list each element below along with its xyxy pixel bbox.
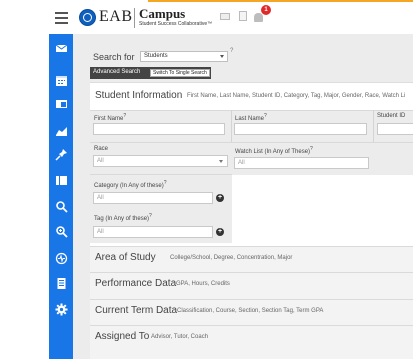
sidebar-item-settings[interactable] <box>49 297 73 321</box>
sidebar-item-folder[interactable] <box>49 91 73 115</box>
sidebar-item-calendar[interactable] <box>49 68 73 92</box>
search-help-icon[interactable]: ? <box>230 48 233 54</box>
sidebar-item-activity[interactable] <box>49 246 73 270</box>
section-subtitle: Classification, Course, Section, Section… <box>177 308 324 314</box>
sidebar <box>49 34 73 359</box>
category-input[interactable]: All <box>93 192 213 204</box>
eab-logo-icon <box>79 9 96 26</box>
tag-input[interactable]: All <box>93 226 213 238</box>
race-value: All <box>97 158 104 164</box>
watch-list-placeholder: All <box>238 160 245 166</box>
add-category-icon[interactable]: + <box>216 194 224 202</box>
pin-icon <box>54 148 67 161</box>
advanced-search-label: Advanced Search <box>93 69 141 75</box>
race-select[interactable]: All <box>93 155 228 167</box>
category-placeholder: All <box>97 195 104 201</box>
chevron-down-icon <box>220 55 224 58</box>
last-name-input[interactable] <box>234 123 367 135</box>
tag-label: Tag (In Any of these)? <box>94 213 152 222</box>
first-name-label: First Name? <box>94 113 127 122</box>
calendar-icon <box>55 75 67 86</box>
add-tag-icon[interactable]: + <box>216 228 224 236</box>
search-type-value: Students <box>144 53 168 59</box>
student-id-label: Student ID <box>377 113 406 119</box>
section-title[interactable]: Performance Data <box>95 278 176 289</box>
logo-tagline: Student Success Collaborative™ <box>139 21 213 27</box>
switch-to-single-search-button[interactable]: Switch To Single Search <box>150 69 210 77</box>
chevron-down-icon <box>219 160 223 163</box>
student-id-input[interactable] <box>377 123 413 135</box>
section-subtitle: Advisor, Tutor, Coach <box>151 334 209 340</box>
sidebar-item-pin[interactable] <box>49 142 73 166</box>
section-subtitle: GPA, Hours, Credits <box>176 281 230 287</box>
watch-list-label: Watch List (In Any of These)? <box>235 146 313 155</box>
mail-icon[interactable] <box>220 13 230 20</box>
column-divider <box>373 110 374 142</box>
book-icon <box>55 175 67 185</box>
logo-divider <box>134 8 135 28</box>
activity-icon <box>55 252 67 264</box>
category-label: Category (In Any of these)? <box>94 180 167 189</box>
sidebar-item-reports[interactable] <box>49 271 73 295</box>
sidebar-item-search[interactable] <box>49 194 73 218</box>
first-name-input[interactable] <box>93 123 225 135</box>
sidebar-item-analytics[interactable] <box>49 118 73 142</box>
settings-icon <box>55 303 67 315</box>
search-for-label: Search for <box>93 52 135 62</box>
hamburger-menu-icon[interactable] <box>49 2 73 34</box>
bell-icon[interactable] <box>254 13 263 22</box>
mail-icon <box>55 44 67 52</box>
sidebar-item-mail[interactable] <box>49 36 73 60</box>
sidebar-item-advanced-search[interactable] <box>49 219 73 243</box>
logo-campus: Campus <box>139 6 186 21</box>
section-title[interactable]: Area of Study <box>95 252 156 263</box>
folder-icon <box>55 99 67 108</box>
app-window: EAB Campus Student Success Collaborative… <box>0 0 413 359</box>
sidebar-item-book[interactable] <box>49 168 73 192</box>
document-icon[interactable] <box>239 11 247 21</box>
logo-eab: EAB <box>99 8 133 25</box>
section-title[interactable]: Assigned To <box>95 331 149 342</box>
search-plus-icon <box>55 225 68 238</box>
race-label: Race <box>94 146 109 152</box>
watch-list-input[interactable]: All <box>234 157 369 169</box>
tag-placeholder: All <box>97 229 104 235</box>
section-subtitle: College/School, Degree, Concentration, M… <box>170 255 293 261</box>
student-information-subtitle: First Name, Last Name, Student ID, Categ… <box>187 93 406 99</box>
report-icon <box>57 277 65 289</box>
section-title[interactable]: Current Term Data <box>95 305 177 316</box>
notification-badge[interactable]: 1 <box>261 5 271 15</box>
student-information-title[interactable]: Student Information <box>95 90 182 101</box>
chart-icon <box>55 126 67 136</box>
search-icon <box>55 200 68 213</box>
search-type-select[interactable]: Students <box>140 51 228 62</box>
last-name-label: Last Name? <box>235 113 267 122</box>
